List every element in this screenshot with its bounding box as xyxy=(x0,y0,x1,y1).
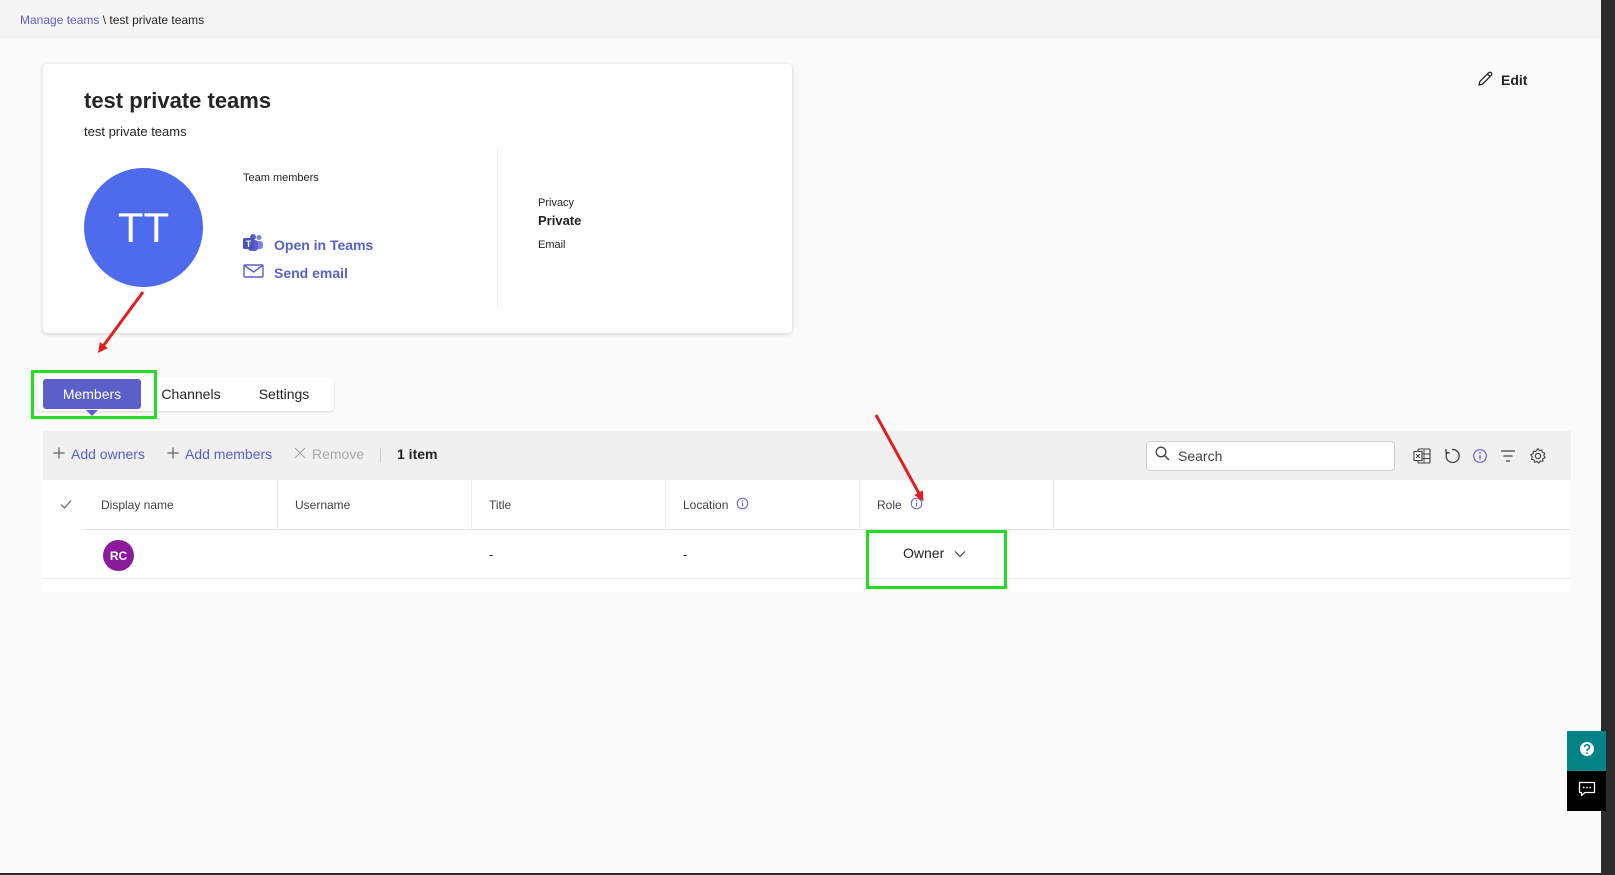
arrow-to-role-column xyxy=(874,414,924,502)
help-icon xyxy=(1578,740,1596,763)
help-button[interactable] xyxy=(1567,731,1606,771)
arrow-to-members-tab xyxy=(98,291,145,354)
chat-feedback-icon xyxy=(1578,781,1596,802)
annotation-arrows xyxy=(98,291,924,502)
feedback-button[interactable] xyxy=(1567,771,1606,811)
